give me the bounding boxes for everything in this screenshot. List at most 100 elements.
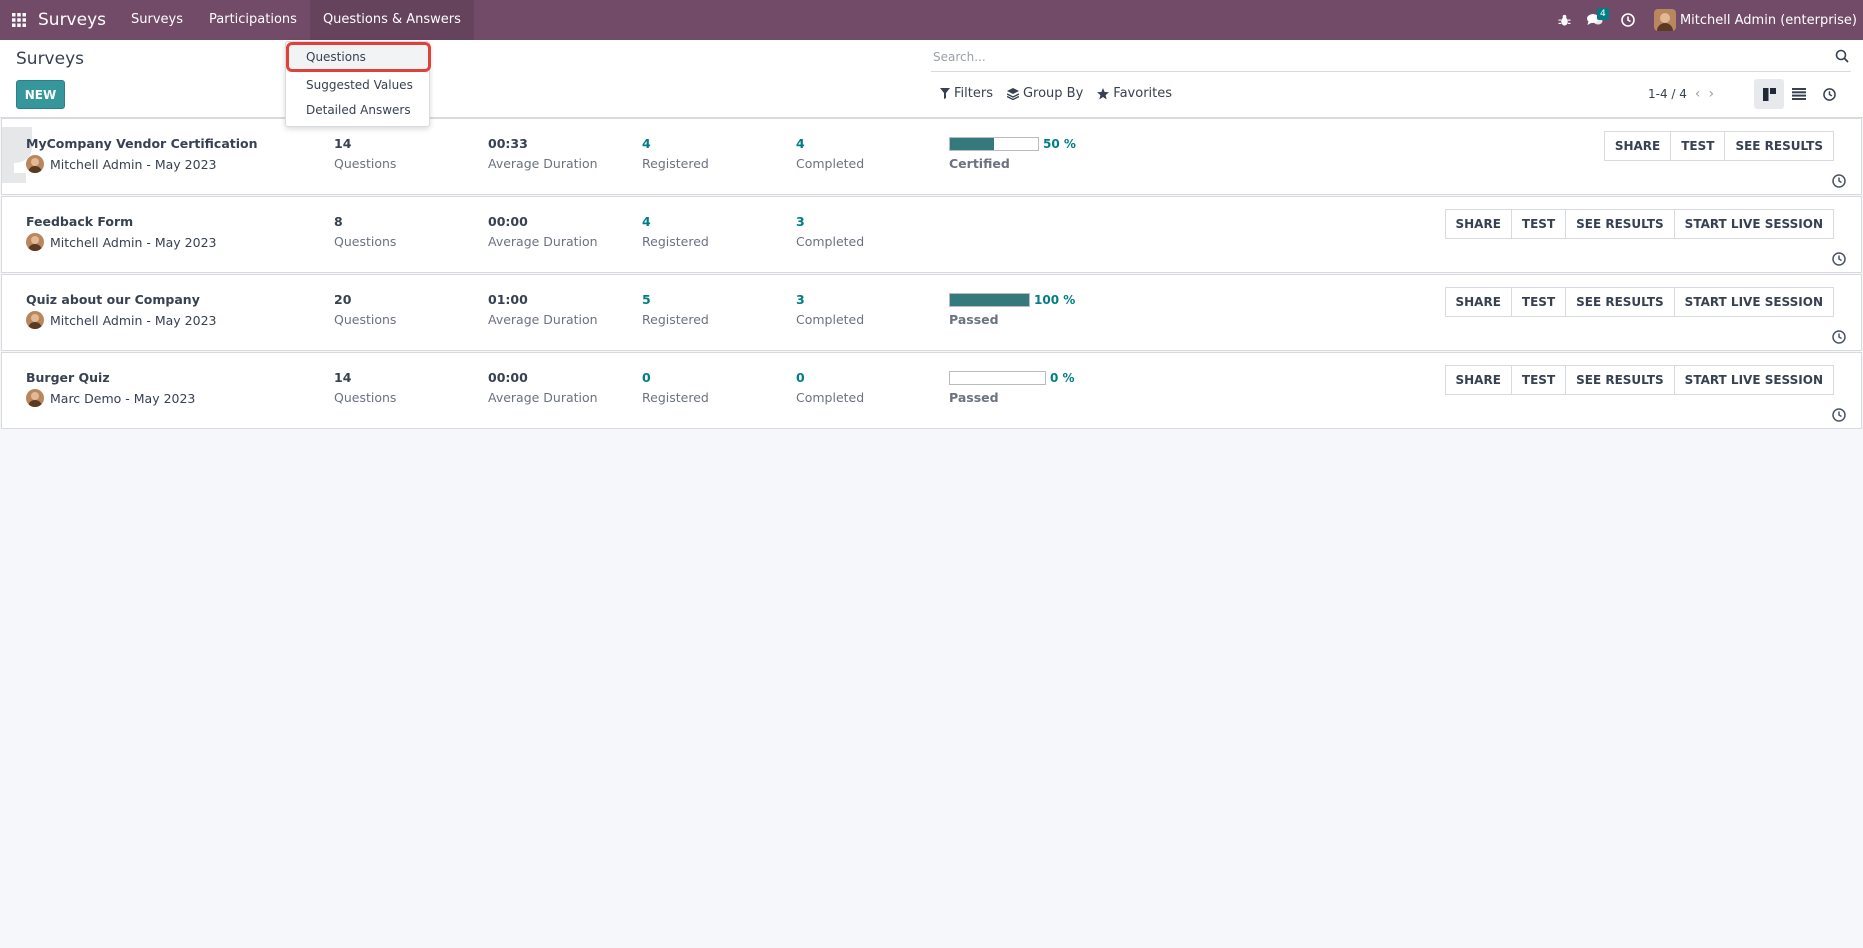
activity-clock-icon[interactable]: [1832, 330, 1846, 344]
bug-icon[interactable]: [1552, 0, 1578, 40]
stat-value: 01:00: [488, 292, 528, 307]
test-button[interactable]: TEST: [1510, 287, 1567, 317]
see-results-button[interactable]: SEE RESULTS: [1565, 365, 1675, 395]
progress-percent: 50 %: [1043, 137, 1076, 151]
survey-author: Mitchell Admin - May 2023: [26, 233, 217, 251]
user-menu[interactable]: Mitchell Admin (enterprise): [1644, 9, 1863, 31]
survey-title[interactable]: Burger Quiz: [26, 370, 110, 385]
test-button[interactable]: TEST: [1510, 209, 1567, 239]
activity-clock-icon[interactable]: [1832, 408, 1846, 422]
user-name: Mitchell Admin (enterprise): [1679, 12, 1857, 28]
start-live-session-button[interactable]: START LIVE SESSION: [1673, 209, 1834, 239]
stat-questions[interactable]: 14 Questions: [334, 370, 396, 405]
user-avatar: [1653, 9, 1676, 31]
search-bar: [931, 42, 1851, 72]
stat-registered[interactable]: 4 Registered: [642, 214, 709, 249]
stat-registered[interactable]: 4 Registered: [642, 136, 709, 171]
author-text: Mitchell Admin - May 2023: [50, 234, 217, 250]
stat-label: Completed: [796, 234, 865, 249]
chevron-left-icon[interactable]: ‹: [1695, 86, 1701, 102]
share-button[interactable]: SHARE: [1444, 287, 1512, 317]
pager-value[interactable]: 1-4 / 4: [1648, 87, 1687, 101]
stat-value: 0: [796, 370, 805, 385]
menu-surveys[interactable]: Surveys: [118, 0, 196, 40]
favorites-label: Favorites: [1113, 86, 1173, 101]
stat-completed[interactable]: 4 Completed: [796, 136, 864, 171]
stat-registered[interactable]: 5 Registered: [642, 292, 709, 327]
stat-label: Questions: [334, 234, 397, 249]
list-view-icon[interactable]: [1784, 79, 1814, 109]
stat-questions[interactable]: 14 Questions: [334, 136, 396, 171]
start-live-session-button[interactable]: START LIVE SESSION: [1673, 365, 1834, 395]
messages-icon[interactable]: 4: [1578, 0, 1612, 40]
stat-value: 4: [642, 214, 651, 229]
activity-clock-icon[interactable]: [1832, 252, 1846, 266]
survey-actions: SHARE TEST SEE RESULTS START LIVE SESSIO…: [1444, 365, 1834, 395]
see-results-button[interactable]: SEE RESULTS: [1565, 287, 1675, 317]
share-button[interactable]: SHARE: [1444, 209, 1512, 239]
dropdown-item-questions[interactable]: Questions: [286, 42, 431, 72]
stat-completed[interactable]: 0 Completed: [796, 370, 864, 405]
test-button[interactable]: TEST: [1670, 131, 1726, 161]
progress-bar: [949, 371, 1046, 385]
survey-card[interactable]: Quiz about our Company Mitchell Admin - …: [1, 274, 1862, 351]
layers-icon: [1006, 87, 1019, 100]
stat-completed[interactable]: 3 Completed: [796, 292, 864, 327]
stat-completed[interactable]: 3 Completed: [796, 214, 864, 249]
search-icon[interactable]: [1835, 49, 1849, 67]
dropdown-item-suggested-values[interactable]: Suggested Values: [286, 73, 431, 97]
stat-label: Completed: [796, 156, 865, 171]
new-button[interactable]: NEW: [16, 80, 65, 109]
stat-questions[interactable]: 8 Questions: [334, 214, 396, 249]
search-options: Filters Group By Favorites: [940, 86, 1172, 101]
success-progress: 100 %: [949, 293, 1075, 307]
survey-title[interactable]: Quiz about our Company: [26, 292, 200, 307]
pager: 1-4 / 4 ‹ ›: [1648, 86, 1714, 102]
survey-title[interactable]: Feedback Form: [26, 214, 133, 229]
survey-card[interactable]: Burger Quiz Marc Demo - May 2023 14 Quest…: [1, 352, 1862, 429]
view-switcher: [1754, 79, 1844, 109]
menu-questions-answers[interactable]: Questions & Answers: [309, 0, 474, 40]
filters-button[interactable]: Filters: [940, 86, 993, 101]
stat-value: 14: [334, 370, 352, 385]
favorites-button[interactable]: Favorites: [1097, 86, 1172, 101]
see-results-button[interactable]: SEE RESULTS: [1724, 131, 1834, 161]
top-navbar: Surveys Surveys Participations Questions…: [0, 0, 1863, 40]
survey-author: Marc Demo - May 2023: [26, 389, 195, 407]
activity-view-icon[interactable]: [1814, 79, 1844, 109]
survey-author: Mitchell Admin - May 2023: [26, 311, 217, 329]
questions-answers-dropdown: Questions Suggested Values Detailed Answ…: [285, 41, 431, 127]
chevron-right-icon[interactable]: ›: [1709, 86, 1715, 102]
group-by-button[interactable]: Group By: [1006, 86, 1083, 101]
stat-label: Average Duration: [488, 234, 598, 249]
stat-label: Average Duration: [488, 156, 598, 171]
author-text: Marc Demo - May 2023: [50, 390, 196, 406]
dropdown-item-detailed-answers[interactable]: Detailed Answers: [286, 98, 431, 122]
search-input[interactable]: [931, 42, 1811, 72]
test-button[interactable]: TEST: [1510, 365, 1567, 395]
menu-participations[interactable]: Participations: [196, 0, 310, 40]
stat-label: Questions: [334, 390, 397, 405]
kanban-view-icon[interactable]: [1754, 79, 1784, 109]
progress-status: Certified: [949, 156, 1010, 171]
see-results-button[interactable]: SEE RESULTS: [1565, 209, 1675, 239]
start-live-session-button[interactable]: START LIVE SESSION: [1673, 287, 1834, 317]
share-button[interactable]: SHARE: [1444, 365, 1512, 395]
activity-clock-icon[interactable]: [1832, 174, 1846, 188]
share-button[interactable]: SHARE: [1603, 131, 1672, 161]
progress-fill: [950, 138, 994, 150]
survey-title[interactable]: MyCompany Vendor Certification: [26, 136, 258, 151]
progress-status: Passed: [949, 312, 999, 327]
stat-registered[interactable]: 0 Registered: [642, 370, 709, 405]
page-title: Surveys: [16, 49, 84, 69]
activity-clock-icon[interactable]: [1612, 0, 1644, 40]
stat-questions[interactable]: 20 Questions: [334, 292, 396, 327]
survey-card[interactable]: Feedback Form Mitchell Admin - May 2023 …: [1, 196, 1862, 273]
survey-card[interactable]: MyCompany Vendor Certification Mitchell …: [1, 118, 1862, 195]
filter-icon: [940, 88, 950, 99]
author-text: Mitchell Admin - May 2023: [50, 312, 217, 328]
survey-actions: SHARE TEST SEE RESULTS START LIVE SESSIO…: [1444, 209, 1834, 239]
app-brand[interactable]: Surveys: [38, 10, 118, 30]
stat-label: Average Duration: [488, 390, 598, 405]
apps-grid-icon[interactable]: [0, 0, 38, 40]
